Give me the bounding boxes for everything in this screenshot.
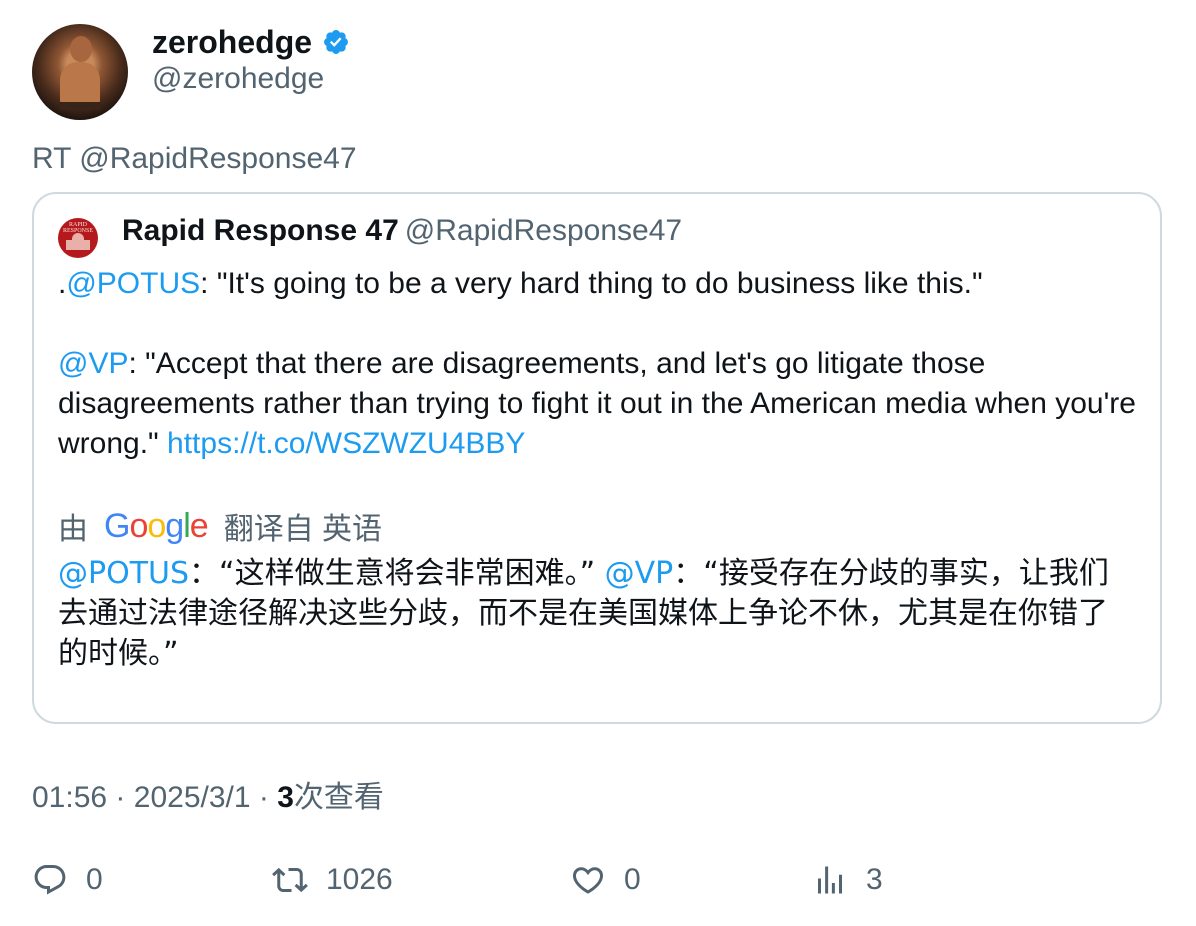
- retweet-icon: [272, 867, 308, 893]
- translation-attribution: 由 Google 翻译自 英语: [58, 506, 383, 547]
- google-logo: Google: [104, 506, 209, 545]
- views-button[interactable]: 3: [812, 858, 883, 902]
- quoted-avatar-building: [66, 240, 90, 250]
- reply-button[interactable]: 0: [32, 858, 103, 902]
- translated-text-1: ：“这样做生意将会非常困难。”: [189, 556, 605, 591]
- author-display-name[interactable]: zerohedge: [152, 24, 312, 61]
- avatar-head: [70, 36, 92, 62]
- avatar-belt: [60, 102, 100, 110]
- retweet-line: RT @RapidResponse47: [32, 142, 357, 175]
- mention-potus[interactable]: @POTUS: [66, 267, 200, 300]
- views-action-count: 3: [866, 863, 883, 896]
- quoted-header: Rapid Response 47 @RapidResponse47: [122, 214, 682, 248]
- tweet-link[interactable]: https://t.co/WSZWZU4BBY: [167, 427, 525, 460]
- tweet-date[interactable]: 2025/3/1: [134, 781, 251, 814]
- verified-badge-icon: [324, 30, 348, 54]
- translated-mention-potus[interactable]: @POTUS: [58, 556, 189, 591]
- translated-by-label: 由: [58, 513, 88, 546]
- reply-icon: [34, 865, 66, 895]
- mention-vp[interactable]: @VP: [58, 347, 128, 380]
- like-count: 0: [624, 863, 641, 896]
- translated-mention-vp[interactable]: @VP: [605, 556, 674, 591]
- tweet-time[interactable]: 01:56: [32, 781, 107, 814]
- quoted-line-1: .@POTUS: "It's going to be a very hard t…: [58, 264, 1138, 304]
- heart-icon: [572, 867, 604, 894]
- views-label: 次查看: [293, 781, 384, 814]
- action-bar: 0 1026 0 3: [32, 858, 1162, 902]
- author-name-row: zerohedge: [152, 22, 350, 62]
- tweet-meta: 01:56 · 2025/3/1 · 3次查看: [32, 772, 384, 816]
- quoted-line-2: @VP: "Accept that there are disagreement…: [58, 344, 1138, 464]
- quote-text-1: : "It's going to be a very hard thing to…: [200, 267, 983, 300]
- author-avatar[interactable]: [32, 24, 128, 120]
- retweet-button[interactable]: 1026: [272, 858, 393, 902]
- meta-separator: ·: [115, 781, 126, 814]
- meta-separator: ·: [258, 781, 269, 814]
- quoted-tweet-card[interactable]: RAPID RESPONSE Rapid Response 47 @RapidRes…: [32, 192, 1162, 724]
- retweet-count: 1026: [326, 863, 393, 896]
- views-chart-icon: [818, 866, 842, 894]
- quoted-handle[interactable]: @RapidResponse47: [405, 214, 682, 247]
- views-count: 3: [277, 781, 294, 814]
- quoted-avatar[interactable]: RAPID RESPONSE: [58, 218, 98, 258]
- reply-count: 0: [86, 863, 103, 896]
- quoted-display-name[interactable]: Rapid Response 47: [122, 214, 399, 247]
- quoted-body: .@POTUS: "It's going to be a very hard t…: [58, 264, 1138, 464]
- author-handle[interactable]: @zerohedge: [152, 62, 324, 96]
- translated-text: @POTUS：“这样做生意将会非常困难。” @VP：“接受存在分歧的事实，让我们…: [58, 554, 1128, 674]
- translated-from-label: 翻译自 英语: [223, 513, 383, 546]
- like-button[interactable]: 0: [570, 858, 641, 902]
